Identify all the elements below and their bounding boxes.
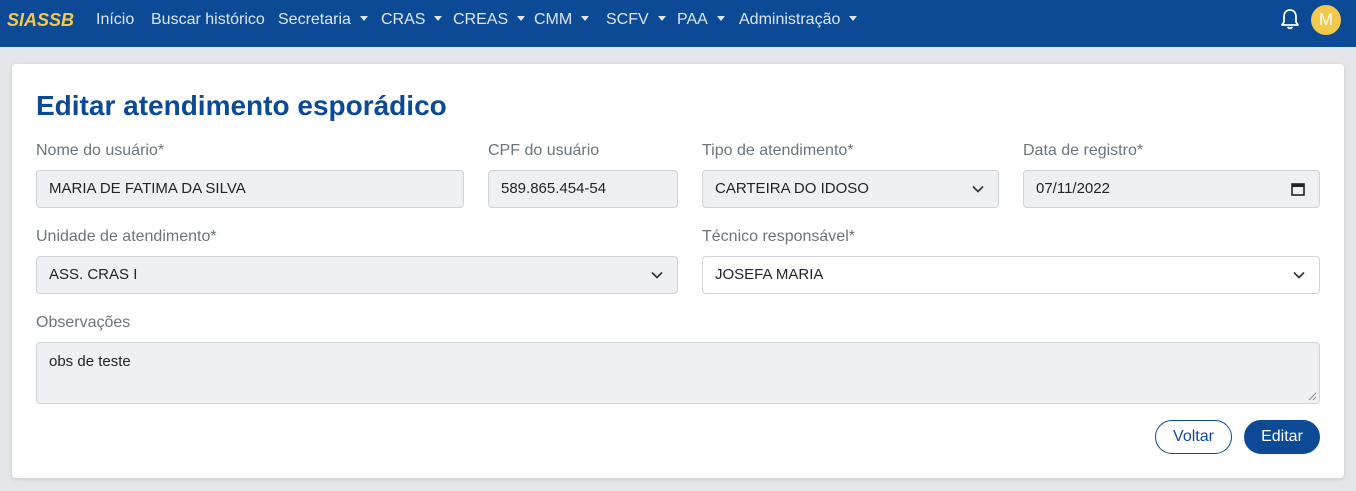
observacoes-textarea[interactable]: obs de teste	[36, 342, 1320, 404]
chevron-down-icon	[972, 185, 984, 193]
nav-item-secretaria[interactable]: Secretaria	[278, 11, 368, 29]
nav-item-buscar-historico[interactable]: Buscar histórico	[151, 11, 265, 29]
caret-down-icon	[657, 16, 666, 21]
nav-item-paa[interactable]: PAA	[677, 11, 725, 29]
chevron-down-icon	[651, 271, 663, 279]
tecnico-select[interactable]: JOSEFA MARIA	[702, 256, 1320, 294]
bell-icon[interactable]	[1280, 8, 1300, 30]
cpf-label: CPF do usuário	[488, 142, 600, 159]
caret-down-icon	[434, 16, 443, 21]
edit-form-card: Editar atendimento esporádico Nome do us…	[12, 64, 1344, 478]
unidade-select[interactable]: ASS. CRAS I	[36, 256, 678, 294]
tipo-label: Tipo de atendimento*	[702, 142, 854, 159]
chevron-down-icon	[1293, 271, 1305, 279]
caret-down-icon	[581, 16, 590, 21]
resize-grip-icon[interactable]	[1308, 392, 1317, 401]
data-field[interactable]: 07/11/2022	[1023, 170, 1320, 208]
caret-down-icon	[517, 16, 526, 21]
page-title: Editar atendimento esporádico	[36, 90, 447, 121]
nome-field[interactable]: MARIA DE FATIMA DA SILVA	[36, 170, 464, 208]
nav-item-creas[interactable]: CREAS	[453, 11, 526, 29]
user-avatar[interactable]: M	[1311, 5, 1341, 35]
nav-item-inicio[interactable]: Início	[96, 11, 134, 29]
top-navbar: SIASSB Início Buscar histórico Secretari…	[0, 0, 1356, 47]
brand-logo[interactable]: SIASSB	[7, 10, 74, 31]
nav-item-scfv[interactable]: SCFV	[606, 11, 666, 29]
cpf-field[interactable]: 589.865.454-54	[488, 170, 678, 208]
tipo-select[interactable]: CARTEIRA DO IDOSO	[702, 170, 999, 208]
caret-down-icon	[849, 16, 858, 21]
calendar-icon[interactable]	[1291, 182, 1305, 196]
submit-edit-button[interactable]: Editar	[1244, 420, 1320, 454]
caret-down-icon	[716, 16, 725, 21]
observacoes-label: Observações	[36, 314, 131, 331]
unidade-label: Unidade de atendimento*	[36, 228, 217, 245]
nav-item-cras[interactable]: CRAS	[381, 11, 443, 29]
data-label: Data de registro*	[1023, 142, 1144, 159]
nav-item-cmm[interactable]: CMM	[534, 11, 590, 29]
caret-down-icon	[359, 16, 368, 21]
nome-label: Nome do usuário*	[36, 142, 165, 159]
tecnico-label: Técnico responsável*	[702, 228, 855, 245]
nav-item-administracao[interactable]: Administração	[739, 11, 858, 29]
back-button[interactable]: Voltar	[1155, 420, 1232, 454]
